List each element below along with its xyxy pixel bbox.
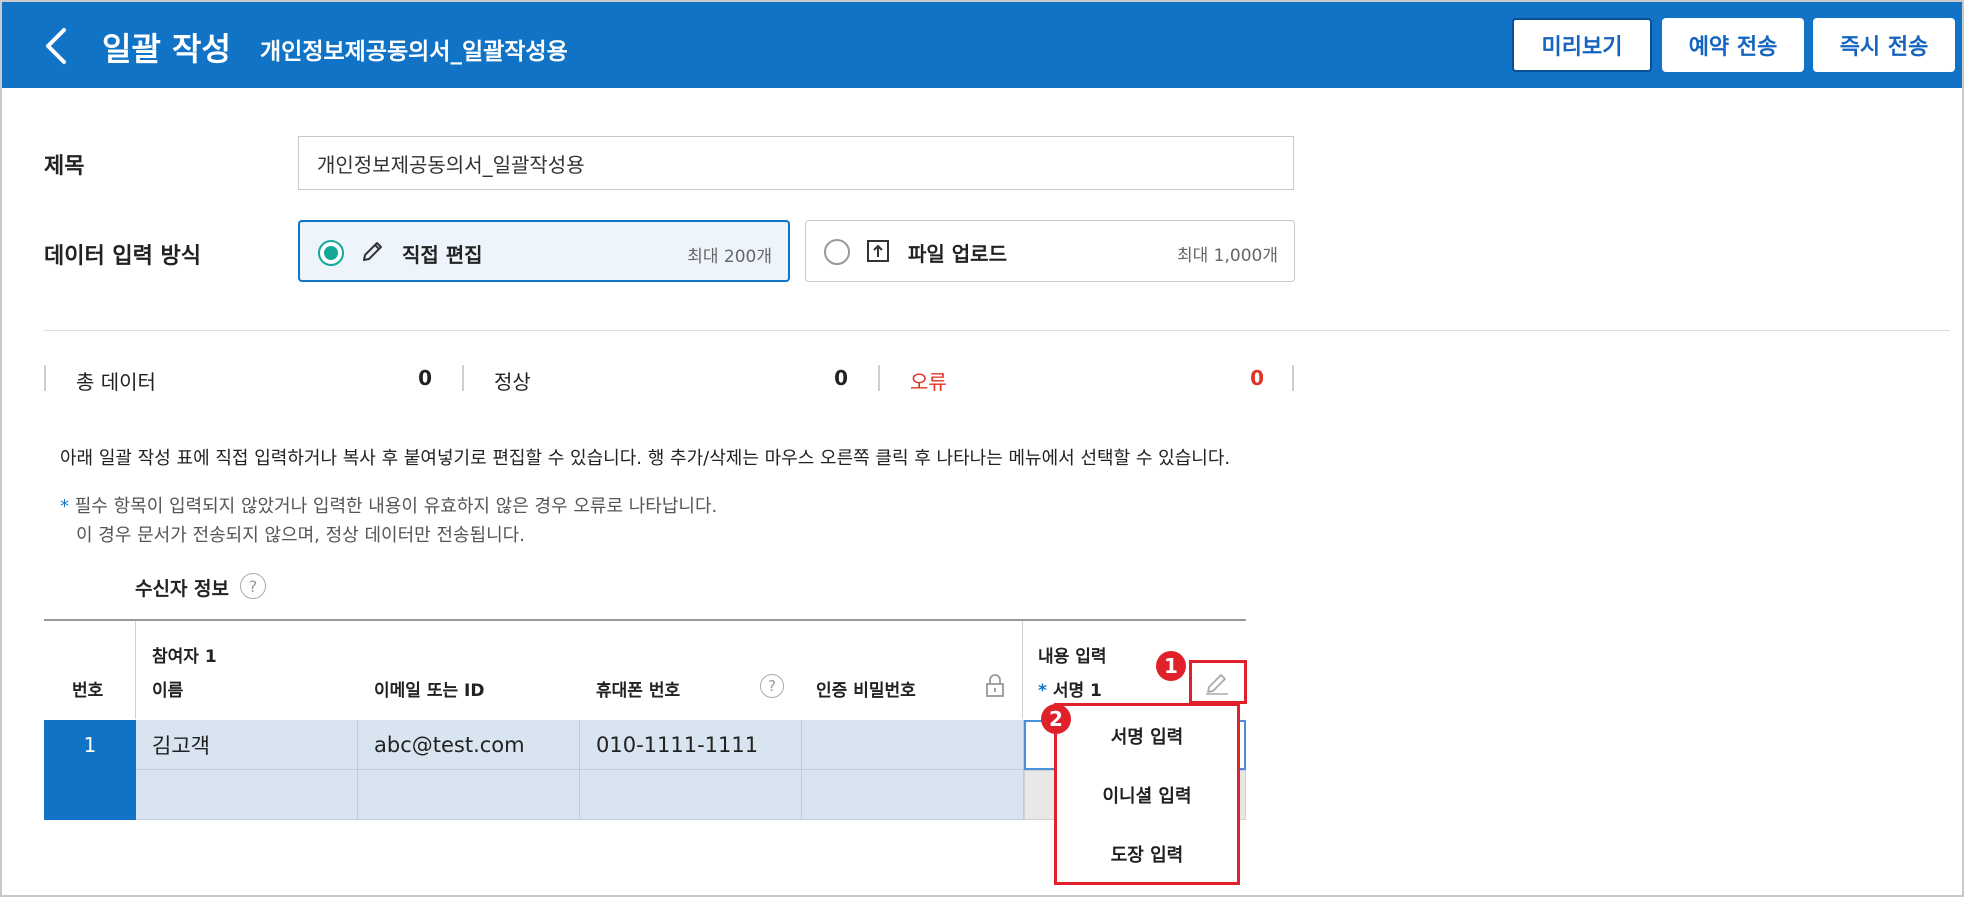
mode-direct-label: 직접 편집 <box>402 243 483 267</box>
help-icon[interactable]: ? <box>240 573 266 599</box>
phone-cell[interactable]: 010-1111-1111 <box>580 720 802 770</box>
header-num: 번호 <box>72 681 104 701</box>
pencil-icon <box>363 242 382 261</box>
radio-selected-icon[interactable] <box>318 240 344 266</box>
header-name: 이름 <box>152 681 184 701</box>
stat-divider <box>878 365 880 391</box>
recipient-info-title: 수신자 정보 <box>135 578 230 600</box>
note-text-1: 필수 항목이 입력되지 않았거나 입력한 내용이 유효하지 않은 경우 오류로 … <box>74 496 718 517</box>
header-phone: 휴대폰 번호 <box>596 681 681 701</box>
annotation-badge-1: 1 <box>1156 651 1186 681</box>
mode-upload-label: 파일 업로드 <box>908 242 1007 266</box>
col-divider <box>135 621 136 719</box>
phone-help-icon[interactable]: ? <box>760 674 784 698</box>
total-data-label: 총 데이터 <box>76 370 156 394</box>
email-cell[interactable] <box>358 770 580 820</box>
phone-cell[interactable] <box>580 770 802 820</box>
lock-icon <box>986 674 1004 697</box>
page-title: 일괄 작성 <box>102 30 231 68</box>
mode-direct-max: 최대 200개 <box>687 247 772 267</box>
mode-direct-edit[interactable]: 직접 편집 최대 200개 <box>298 220 790 282</box>
name-cell[interactable]: 김고객 <box>136 720 358 770</box>
email-cell[interactable]: abc@test.com <box>358 720 580 770</box>
preview-button[interactable]: 미리보기 <box>1512 18 1652 72</box>
header-content: 내용 입력 <box>1038 647 1107 667</box>
top-bar: 일괄 작성 개인정보제공동의서_일괄작성용 미리보기 예약 전송 즉시 전송 <box>2 2 1962 88</box>
normal-data-label: 정상 <box>494 370 531 394</box>
input-mode-label: 데이터 입력 방식 <box>44 244 201 269</box>
radio-unselected-icon[interactable] <box>824 239 850 265</box>
note-star: * <box>60 496 69 517</box>
sign-label: 서명 1 <box>1052 681 1102 701</box>
header-pin: 인증 비밀번호 <box>816 681 916 701</box>
total-data-value: 0 <box>418 366 432 390</box>
header-email: 이메일 또는 ID <box>374 681 485 701</box>
send-now-button[interactable]: 즉시 전송 <box>1813 18 1955 72</box>
sign-type-menu: 서명 입력 이니셜 입력 도장 입력 <box>1054 703 1240 885</box>
menu-item-signature[interactable]: 서명 입력 <box>1057 723 1237 749</box>
pin-cell[interactable] <box>802 720 1024 770</box>
normal-data-value: 0 <box>834 366 848 390</box>
sign-required-star: * <box>1038 681 1047 701</box>
stat-divider <box>44 365 46 391</box>
pin-cell[interactable] <box>802 770 1024 820</box>
table-top-border <box>44 619 1246 621</box>
header-participant: 참여자 1 <box>152 647 217 667</box>
document-name: 개인정보제공동의서_일괄작성용 <box>260 39 568 65</box>
stat-divider <box>1292 365 1294 391</box>
row-number[interactable]: 1 <box>44 720 136 770</box>
stat-divider <box>462 365 464 391</box>
upload-icon <box>867 240 889 262</box>
header-sign: * 서명 1 <box>1038 676 1102 701</box>
back-button[interactable] <box>38 24 78 68</box>
divider <box>44 330 1950 331</box>
mode-upload-max: 최대 1,000개 <box>1177 246 1278 266</box>
note-line-2: 이 경우 문서가 전송되지 않으며, 정상 데이터만 전송됩니다. <box>76 525 525 546</box>
scheduled-send-button[interactable]: 예약 전송 <box>1662 18 1804 72</box>
mode-file-upload[interactable]: 파일 업로드 최대 1,000개 <box>805 220 1295 282</box>
name-cell[interactable] <box>136 770 358 820</box>
col-divider <box>1022 621 1023 719</box>
menu-item-stamp[interactable]: 도장 입력 <box>1057 841 1237 867</box>
error-data-label: 오류 <box>910 370 947 394</box>
title-input[interactable]: 개인정보제공동의서_일괄작성용 <box>298 136 1294 190</box>
note-line-1: * 필수 항목이 입력되지 않았거나 입력한 내용이 유효하지 않은 경우 오류… <box>60 492 717 518</box>
annotation-badge-2: 2 <box>1041 704 1071 734</box>
pen-edit-icon[interactable] <box>1202 668 1232 698</box>
title-label: 제목 <box>44 154 85 179</box>
error-data-value: 0 <box>1250 366 1264 390</box>
menu-item-initial[interactable]: 이니셜 입력 <box>1057 782 1237 808</box>
chevron-left-icon <box>46 28 66 64</box>
row-number[interactable] <box>44 770 136 820</box>
instruction-text: 아래 일괄 작성 표에 직접 입력하거나 복사 후 붙여넣기로 편집할 수 있습… <box>60 448 1231 469</box>
